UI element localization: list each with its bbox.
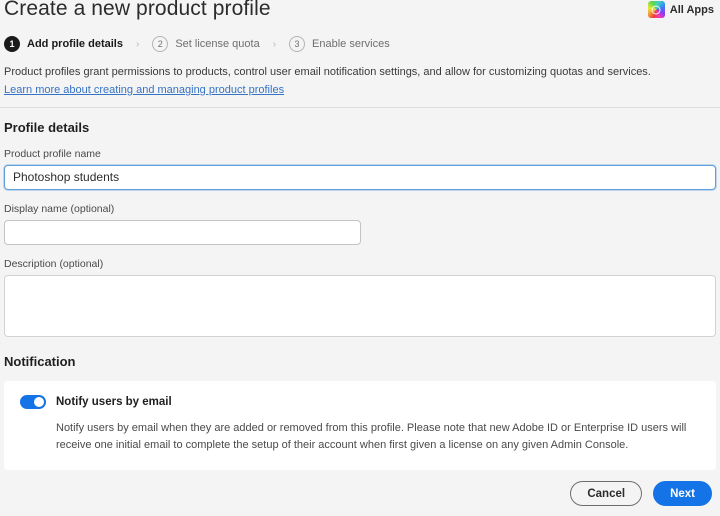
description-textarea[interactable] bbox=[4, 274, 716, 337]
notify-toggle-row[interactable]: Notify users by email bbox=[20, 394, 700, 409]
product-profile-name-label: Product profile name bbox=[4, 147, 101, 160]
step-label-1: Add profile details bbox=[27, 38, 123, 50]
product-profile-name-input[interactable] bbox=[4, 164, 716, 190]
notification-heading: Notification bbox=[4, 353, 76, 369]
learn-more-link[interactable]: Learn more about creating and managing p… bbox=[4, 84, 284, 96]
display-name-field: Display name (optional) bbox=[0, 203, 720, 245]
step-number-3: 3 bbox=[289, 36, 306, 52]
toggle-knob bbox=[34, 396, 44, 407]
footer-actions: Cancel Next bbox=[570, 481, 712, 506]
step-number-1: 1 bbox=[4, 36, 20, 52]
notification-description: Notify users by email when they are adde… bbox=[56, 421, 687, 451]
step-add-profile-details[interactable]: 1 Add profile details bbox=[4, 36, 123, 52]
all-apps-badge[interactable]: All Apps bbox=[647, 1, 714, 18]
step-set-license-quota[interactable]: 2 Set license quota bbox=[152, 36, 260, 52]
display-name-label: Display name (optional) bbox=[4, 202, 115, 215]
step-separator-icon-1: › bbox=[135, 38, 140, 50]
step-label-2: Set license quota bbox=[175, 38, 260, 50]
notification-card: Notify users by email Notify users by em… bbox=[4, 380, 716, 470]
profile-details-heading: Profile details bbox=[4, 119, 90, 135]
intro-text: Product profiles grant permissions to pr… bbox=[4, 66, 651, 78]
step-separator-icon-2: › bbox=[272, 38, 277, 50]
page-header: Create a new product profile All Apps bbox=[0, 0, 720, 26]
next-button[interactable]: Next bbox=[653, 481, 712, 506]
notify-users-toggle[interactable] bbox=[20, 394, 46, 409]
page-title: Create a new product profile bbox=[4, 0, 271, 20]
intro-block: Product profiles grant permissions to pr… bbox=[0, 65, 720, 98]
description-field: Description (optional) bbox=[0, 258, 720, 342]
notify-users-toggle-label: Notify users by email bbox=[56, 395, 172, 408]
step-enable-services[interactable]: 3 Enable services bbox=[289, 36, 390, 52]
all-apps-label: All Apps bbox=[669, 3, 714, 16]
creative-cloud-icon bbox=[647, 1, 665, 18]
step-label-3: Enable services bbox=[312, 38, 390, 50]
display-name-input[interactable] bbox=[4, 219, 361, 245]
product-profile-name-field: Product profile name bbox=[0, 148, 720, 190]
step-number-2: 2 bbox=[152, 36, 169, 52]
description-label: Description (optional) bbox=[4, 257, 104, 270]
header-divider bbox=[0, 106, 720, 108]
cancel-button[interactable]: Cancel bbox=[570, 481, 643, 506]
step-indicator: 1 Add profile details › 2 Set license qu… bbox=[0, 34, 720, 54]
